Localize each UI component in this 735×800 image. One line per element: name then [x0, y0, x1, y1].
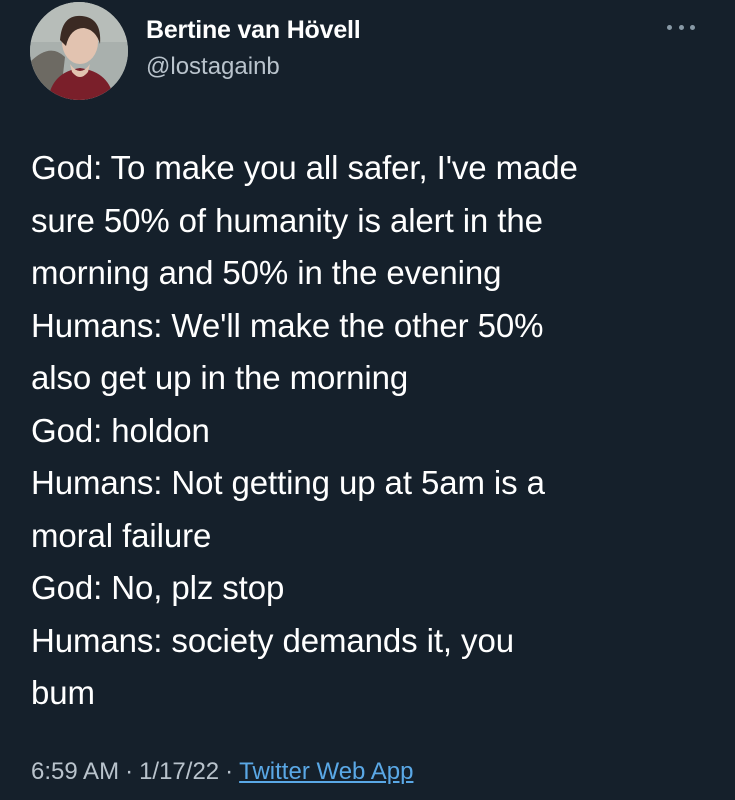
meta-separator: · — [125, 758, 134, 785]
tweet-line: God: To make you all safer, I've made — [31, 149, 578, 186]
tweet: Bertine van Hövell @lostagainb God: To m… — [0, 0, 735, 800]
tweet-line: moral failure — [31, 516, 212, 554]
tweet-date[interactable]: 1/17/22 — [139, 758, 219, 785]
tweet-line: God: No, plz stop — [31, 569, 285, 606]
tweet-line: morning and 50% in the evening — [31, 254, 502, 291]
tweet-text: God: To make you all safer, I've made su… — [31, 142, 711, 720]
tweet-line: bum — [31, 674, 95, 711]
tweet-time[interactable]: 6:59 AM — [31, 758, 119, 785]
tweet-source-link[interactable]: Twitter Web App — [239, 758, 413, 785]
avatar-image — [30, 2, 128, 100]
more-dot — [690, 24, 695, 30]
author-handle[interactable]: @lostagainb — [146, 52, 361, 82]
tweet-line: God: holdon — [31, 411, 210, 449]
author-display-name[interactable]: Bertine van Hövell — [146, 14, 361, 46]
tweet-line: sure 50% of humanity is alert in the — [31, 201, 543, 239]
author-info: Bertine van Hövell @lostagainb — [146, 14, 361, 82]
tweet-line: also get up in the morning — [31, 359, 409, 396]
more-options-icon[interactable] — [667, 20, 695, 34]
meta-separator: · — [225, 758, 234, 785]
more-dot — [678, 24, 684, 30]
tweet-line: Humans: society demands it, you — [31, 621, 514, 659]
tweet-line: Humans: We'll make the other 50% — [31, 306, 544, 344]
avatar[interactable] — [30, 2, 128, 100]
more-dot — [667, 24, 672, 30]
tweet-line: Humans: Not getting up at 5am is a — [31, 464, 545, 501]
tweet-meta: 6:59 AM · 1/17/22 · Twitter Web App — [31, 757, 413, 787]
